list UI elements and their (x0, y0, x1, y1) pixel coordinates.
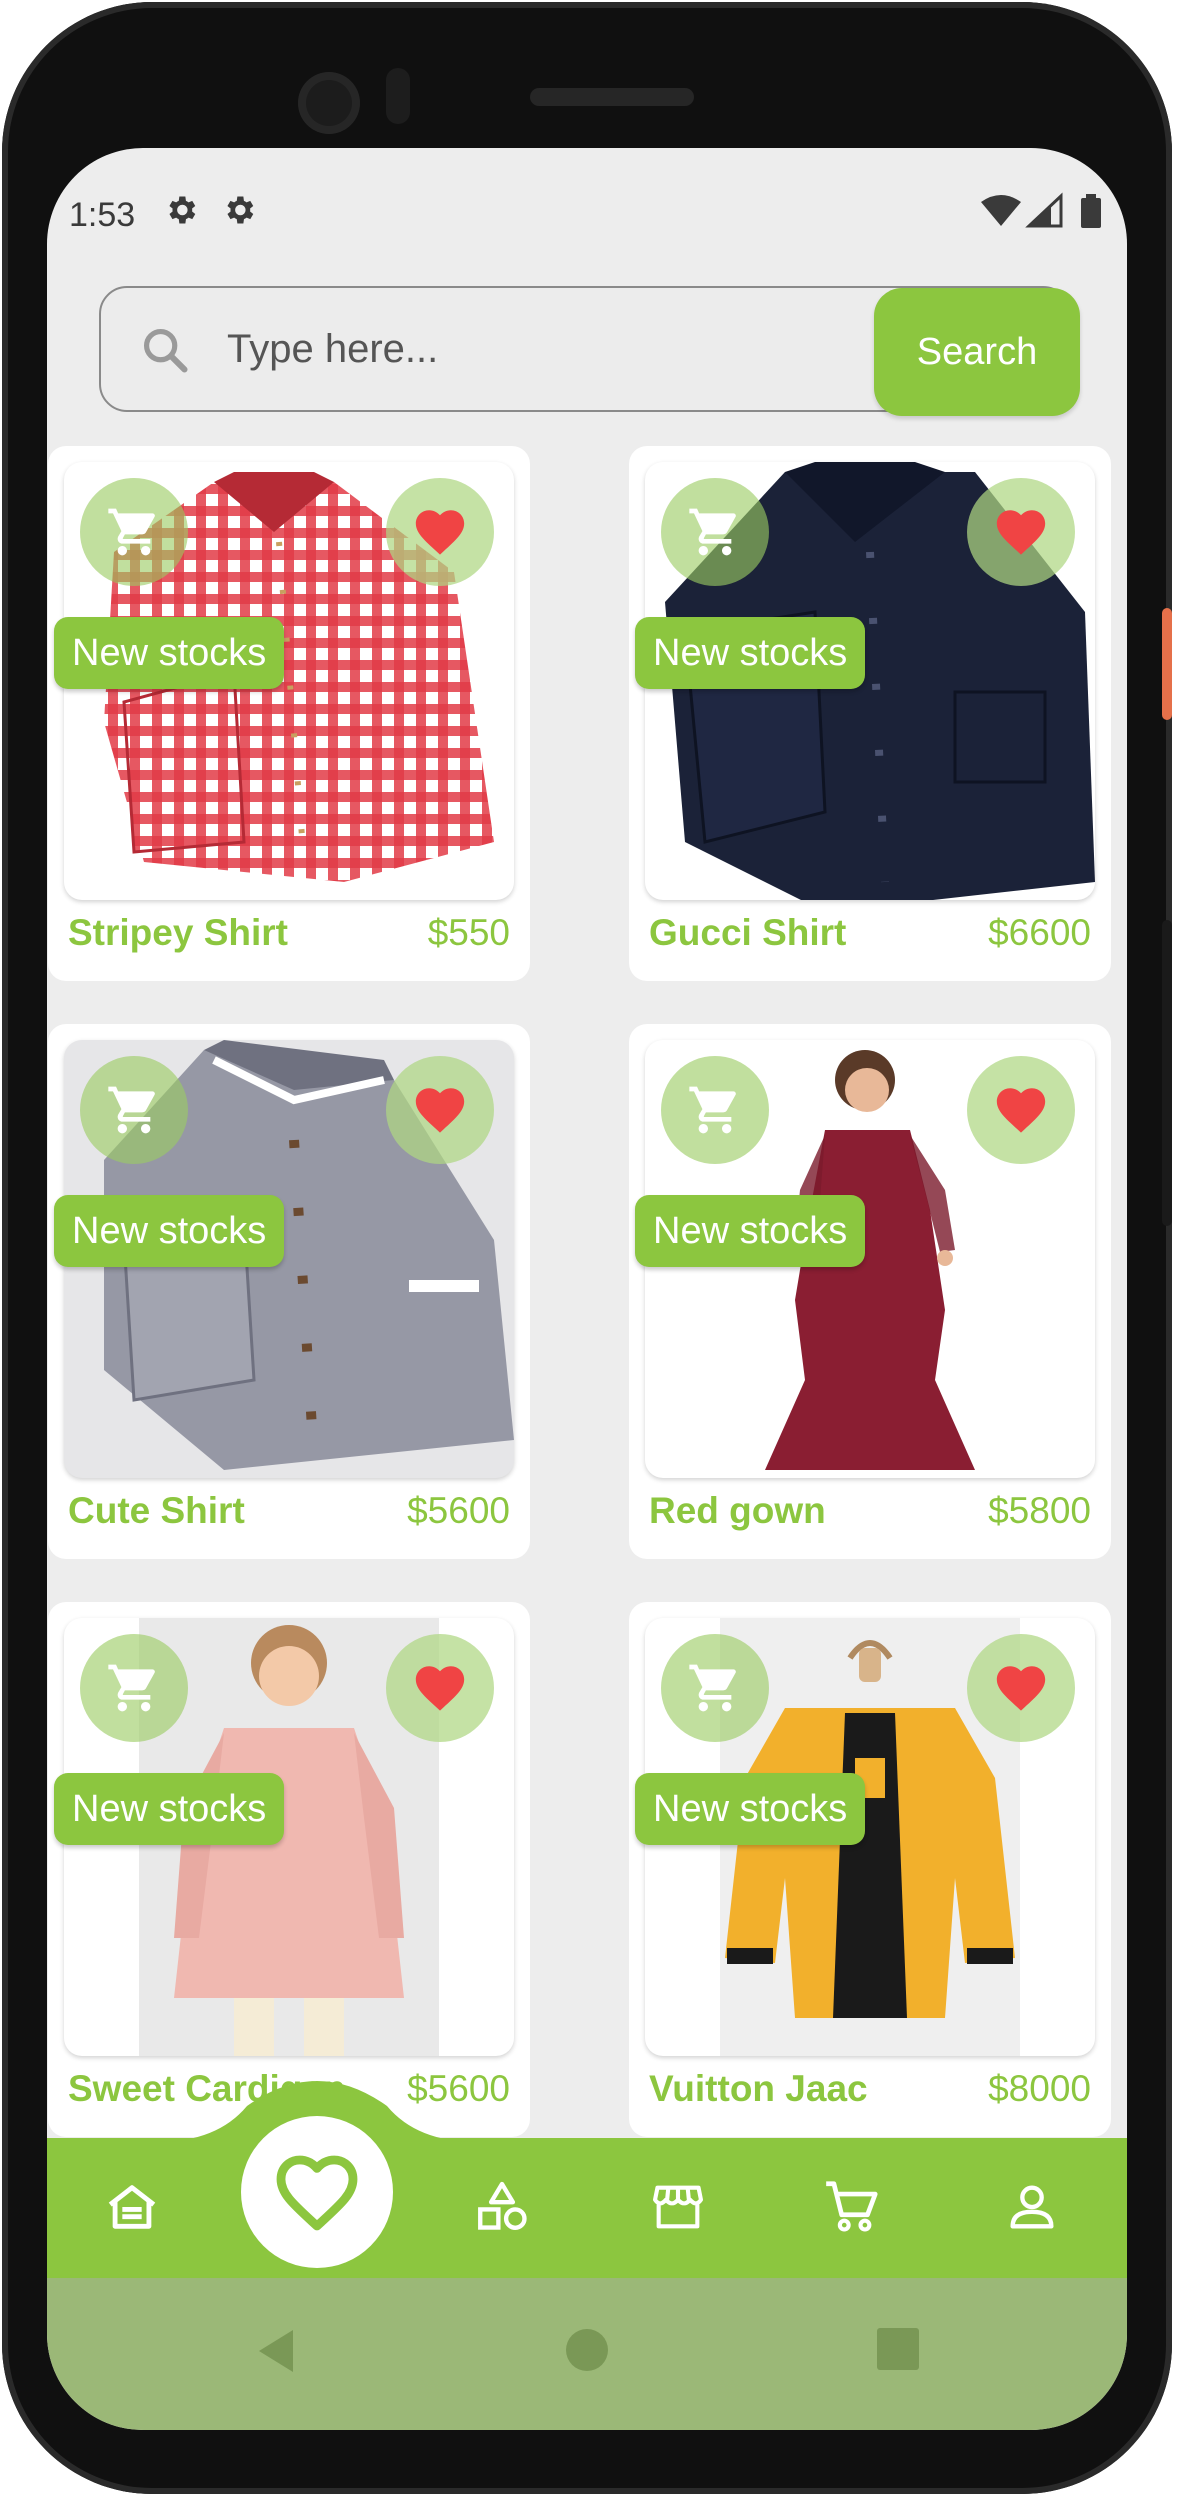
search-button[interactable]: Search (874, 288, 1080, 416)
new-stocks-badge: New stocks (635, 1773, 866, 1845)
heart-icon (415, 1666, 465, 1711)
nav-cart[interactable] (817, 2172, 887, 2242)
product-name: Cute Shirt (68, 1490, 245, 1531)
product-card[interactable]: New stocks Cute Shirt $5600 (48, 1024, 530, 1559)
add-to-cart-button[interactable] (661, 1056, 769, 1164)
add-to-cart-button[interactable] (80, 1634, 188, 1742)
product-card[interactable]: New stocks Vuitton Jaac $8000 (629, 1602, 1111, 2137)
wifi-icon (981, 195, 1021, 226)
product-card[interactable]: New stocks Red gown $5800 (629, 1024, 1111, 1559)
system-navigation-bar (47, 2278, 1127, 2430)
system-status-icons (981, 192, 1101, 228)
nav-categories[interactable] (467, 2172, 537, 2242)
add-to-cart-button[interactable] (661, 478, 769, 586)
favorite-button[interactable] (967, 1056, 1075, 1164)
product-name: Red gown (649, 1490, 826, 1531)
status-bar: 1:53 (47, 148, 1127, 268)
heart-icon (996, 1088, 1046, 1133)
home-icon (108, 2185, 156, 2229)
product-name: Stripey Shirt (68, 912, 288, 953)
add-to-cart-button[interactable] (80, 478, 188, 586)
search-input[interactable] (225, 316, 829, 382)
product-name: Vuitton Jaac (649, 2068, 868, 2109)
cart-icon (826, 2181, 878, 2232)
favorite-button[interactable] (386, 1634, 494, 1742)
new-stocks-badge: New stocks (54, 617, 285, 689)
favorites-icon (276, 2155, 358, 2231)
nav-favorites[interactable] (241, 2116, 393, 2268)
product-name: Gucci Shirt (649, 912, 847, 953)
cart-icon (108, 1086, 155, 1134)
phone-frame: 1:53 Search (2, 2, 1172, 2494)
nav-profile[interactable] (997, 2172, 1067, 2242)
product-price: $5600 (407, 1490, 510, 1531)
cart-icon (689, 1664, 736, 1712)
heart-icon (996, 1666, 1046, 1711)
product-card[interactable]: New stocks Sweet Cardigan $5600 (48, 1602, 530, 2137)
status-time: 1:53 (69, 196, 136, 234)
nav-home[interactable] (97, 2172, 167, 2242)
cart-icon (689, 1086, 736, 1134)
product-price: $550 (427, 912, 510, 953)
product-card[interactable]: New stocks Gucci Shirt $6600 (629, 446, 1111, 981)
new-stocks-badge: New stocks (635, 1195, 866, 1267)
heart-icon (996, 510, 1046, 555)
new-stocks-badge: New stocks (54, 1195, 285, 1267)
cart-icon (108, 508, 155, 556)
add-to-cart-button[interactable] (80, 1056, 188, 1164)
categories-icon (478, 2181, 527, 2230)
front-camera (298, 72, 360, 134)
heart-icon (415, 510, 465, 555)
recents-icon[interactable] (875, 2326, 921, 2372)
profile-icon (1010, 2185, 1054, 2229)
new-stocks-badge: New stocks (54, 1773, 285, 1845)
app-screen: 1:53 Search (47, 148, 1127, 2430)
back-icon[interactable] (253, 2326, 297, 2376)
heart-icon (415, 1088, 465, 1133)
power-button (1162, 608, 1172, 720)
favorite-button[interactable] (386, 1056, 494, 1164)
bottom-navigation (47, 2138, 1127, 2278)
new-stocks-badge: New stocks (635, 617, 866, 689)
add-to-cart-button[interactable] (661, 1634, 769, 1742)
home-button-icon[interactable] (563, 2326, 611, 2374)
product-price: $8000 (988, 2068, 1091, 2109)
favorite-button[interactable] (967, 1634, 1075, 1742)
favorite-button[interactable] (967, 478, 1075, 586)
product-price: $6600 (988, 912, 1091, 953)
settings-gear-icon (227, 196, 254, 224)
nav-store[interactable] (643, 2172, 713, 2242)
cart-icon (689, 508, 736, 556)
settings-gear-icon (169, 196, 196, 224)
volume-button (1162, 920, 1172, 1226)
earpiece-speaker (530, 88, 694, 106)
proximity-sensor (386, 68, 410, 124)
search-icon (143, 328, 188, 373)
store-icon (652, 2185, 704, 2229)
product-card[interactable]: New stocks Stripey Shirt $550 (48, 446, 530, 981)
battery-icon (1081, 198, 1101, 228)
cart-icon (108, 1664, 155, 1712)
favorite-button[interactable] (386, 478, 494, 586)
product-price: $5800 (988, 1490, 1091, 1531)
